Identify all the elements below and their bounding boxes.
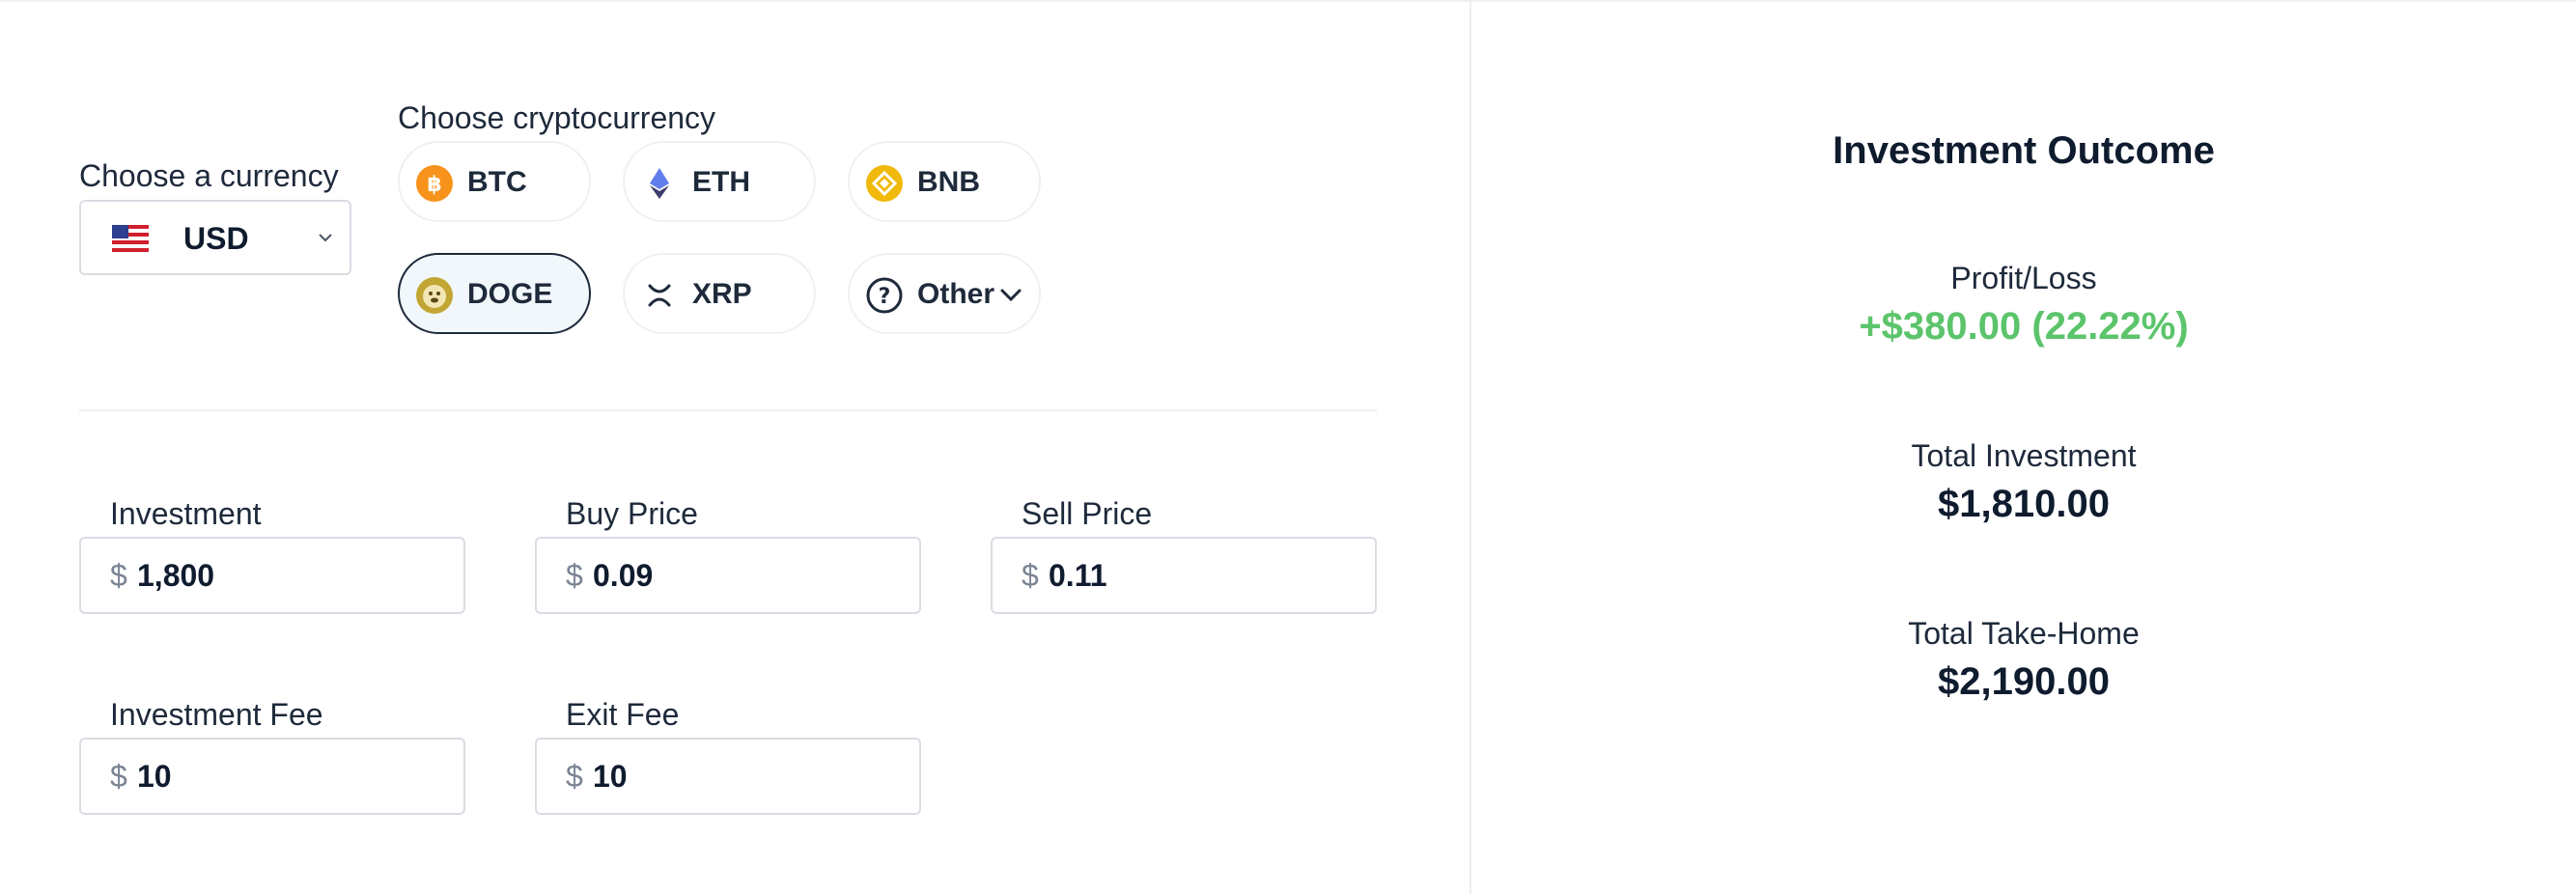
- ethereum-icon: [650, 168, 669, 199]
- exit-fee-input[interactable]: $ 10: [535, 738, 921, 815]
- investment-outcome-panel: Investment Outcome Profit/Loss +$380.00 …: [1471, 0, 2576, 894]
- section-divider: [79, 409, 1377, 411]
- calculator-form: Choose a currency USD Choose cryptocurre…: [0, 0, 1470, 894]
- investment-fee-input[interactable]: $ 10: [79, 738, 465, 815]
- chevron-down-icon: [319, 234, 332, 242]
- crypto-option-label: BNB: [917, 166, 980, 198]
- total-take-home-value: $2,190.00: [1938, 660, 2110, 703]
- currency-label: Choose a currency: [79, 158, 339, 193]
- exit-fee-value: 10: [593, 759, 628, 794]
- xrp-icon: [648, 284, 671, 307]
- outcome-title: Investment Outcome: [1833, 129, 2215, 172]
- sell-price-label: Sell Price: [1022, 496, 1153, 531]
- investment-label: Investment: [110, 496, 262, 531]
- crypto-option-doge[interactable]: DOGE: [398, 253, 591, 334]
- bnb-icon: [866, 165, 903, 202]
- crypto-option-label: ETH: [692, 166, 750, 198]
- us-flag-icon: [112, 225, 149, 252]
- buy-price-value: 0.09: [593, 558, 654, 593]
- dogecoin-icon: [416, 277, 453, 314]
- question-circle-icon: ?: [866, 277, 903, 314]
- crypto-option-xrp[interactable]: XRP: [623, 253, 816, 334]
- crypto-option-eth[interactable]: ETH: [623, 141, 816, 222]
- currency-select[interactable]: USD: [79, 200, 351, 275]
- currency-prefix: $: [110, 759, 127, 794]
- currency-prefix: $: [110, 558, 127, 593]
- exit-fee-label: Exit Fee: [566, 697, 680, 732]
- crypto-label: Choose cryptocurrency: [398, 100, 716, 135]
- total-investment-value: $1,810.00: [1938, 483, 2110, 525]
- svg-text:?: ?: [879, 285, 891, 309]
- crypto-option-label: DOGE: [467, 278, 553, 310]
- profit-loss-label: Profit/Loss: [1950, 261, 2097, 295]
- currency-prefix: $: [1022, 558, 1039, 593]
- crypto-option-label: XRP: [692, 278, 752, 310]
- total-investment-label: Total Investment: [1911, 438, 2137, 473]
- crypto-option-btc[interactable]: ฿ BTC: [398, 141, 591, 222]
- bitcoin-icon: ฿: [416, 165, 453, 202]
- crypto-option-label: Other: [917, 278, 995, 310]
- chevron-down-icon: [1000, 289, 1022, 302]
- currency-prefix: $: [566, 759, 583, 794]
- currency-value: USD: [183, 221, 249, 256]
- crypto-option-bnb[interactable]: BNB: [848, 141, 1041, 222]
- svg-text:฿: ฿: [427, 173, 441, 197]
- investment-fee-label: Investment Fee: [110, 697, 323, 732]
- total-take-home-label: Total Take-Home: [1908, 616, 2140, 651]
- sell-price-input[interactable]: $ 0.11: [991, 537, 1377, 614]
- crypto-option-other[interactable]: ? Other: [848, 253, 1041, 334]
- buy-price-input[interactable]: $ 0.09: [535, 537, 921, 614]
- profit-loss-value: +$380.00 (22.22%): [1859, 305, 2189, 348]
- sell-price-value: 0.11: [1049, 558, 1107, 593]
- crypto-option-label: BTC: [467, 166, 527, 198]
- investment-fee-value: 10: [137, 759, 172, 794]
- currency-prefix: $: [566, 558, 583, 593]
- investment-input[interactable]: $ 1,800: [79, 537, 465, 614]
- buy-price-label: Buy Price: [566, 496, 698, 531]
- investment-value: 1,800: [137, 558, 215, 593]
